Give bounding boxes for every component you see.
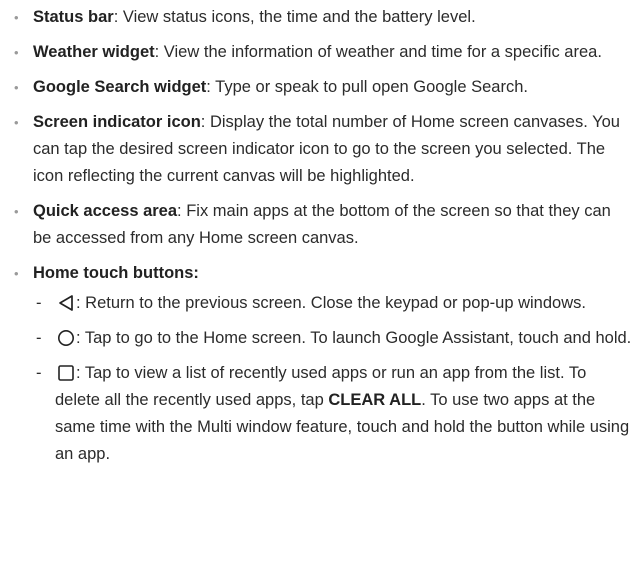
home-circle-icon — [57, 329, 75, 347]
sub-item-recent: -: Tap to view a list of recently used a… — [33, 360, 632, 468]
item-description: : View the information of weather and ti… — [154, 43, 602, 61]
recent-square-icon — [57, 364, 75, 382]
list-item-weather-widget: Weather widget: View the information of … — [0, 39, 632, 66]
back-description: : Return to the previous screen. Close t… — [76, 294, 586, 312]
feature-list: Status bar: View status icons, the time … — [0, 4, 632, 476]
list-item-home-touch-buttons: Home touch buttons: - : Return to the pre… — [0, 260, 632, 468]
item-term: Home touch buttons: — [33, 264, 199, 282]
manual-page: Status bar: View status icons, the time … — [0, 0, 640, 580]
item-description: : Type or speak to pull open Google Sear… — [206, 78, 528, 96]
sub-item-back: - : Return to the previous screen. Close … — [33, 290, 632, 317]
list-item-quick-access-area: Quick access area: Fix main apps at the … — [0, 198, 632, 252]
item-term: Screen indicator icon — [33, 113, 201, 131]
dash-marker: - — [36, 329, 42, 347]
clear-all-label: CLEAR ALL — [328, 391, 422, 409]
item-term: Status bar — [33, 8, 114, 26]
home-buttons-list: - : Return to the previous screen. Close … — [33, 290, 632, 468]
dash-marker: - — [36, 294, 42, 312]
list-item-google-search-widget: Google Search widget: Type or speak to p… — [0, 74, 632, 101]
sub-item-home: - : Tap to go to the Home screen. To laun… — [33, 325, 632, 352]
item-term: Weather widget — [33, 43, 155, 61]
item-description: : View status icons, the time and the ba… — [113, 8, 476, 26]
item-term: Quick access area — [33, 202, 178, 220]
list-item-screen-indicator-icon: Screen indicator icon: Display the total… — [0, 109, 632, 190]
item-term: Google Search widget — [33, 78, 207, 96]
back-triangle-icon — [57, 294, 75, 312]
dash-marker: - — [36, 364, 42, 382]
home-description: : Tap to go to the Home screen. To launc… — [76, 329, 632, 347]
list-item-status-bar: Status bar: View status icons, the time … — [0, 4, 632, 31]
